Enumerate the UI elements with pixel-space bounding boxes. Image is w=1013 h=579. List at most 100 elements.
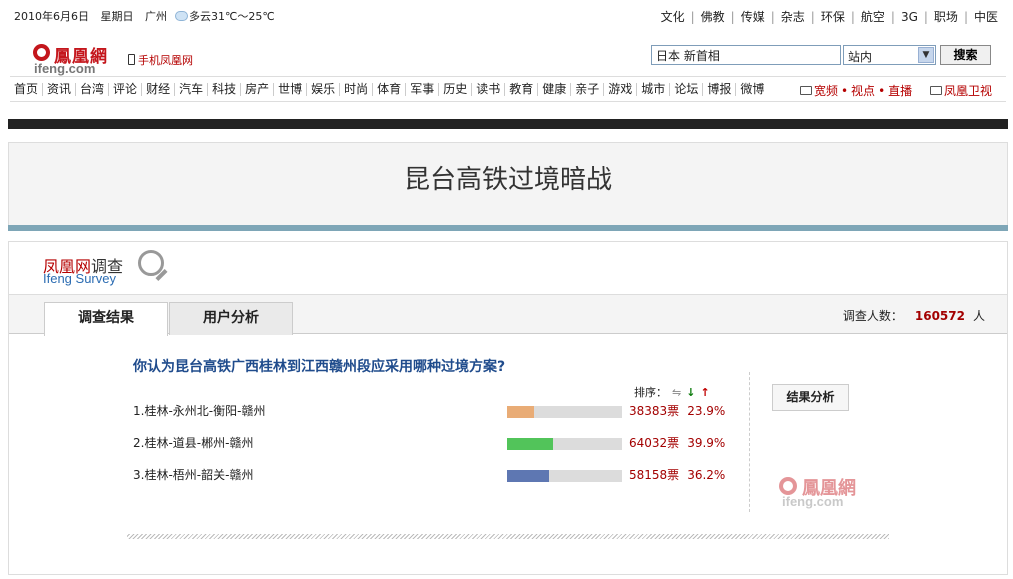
link-separator: | [810,10,815,24]
survey-logo: 凤凰网调查 Ifeng Survey [43,250,173,290]
nav-item[interactable]: 城市 [637,83,671,96]
cloudy-weather-icon [175,11,188,21]
chevron-down-icon[interactable]: ▼ [918,47,934,63]
nav-item[interactable]: 亲子 [571,83,605,96]
vertical-divider [749,372,750,512]
date: 2010年6月6日 [14,10,89,23]
vote-result: 38383票 23.9% [629,402,725,419]
sort-descending-icon[interactable]: ↓ [686,386,695,399]
participant-count: 调查人数： 160572 人 [843,307,985,324]
result-analysis-button[interactable]: 结果分析 [772,384,849,411]
nav-item[interactable]: 历史 [439,83,473,96]
mobile-ifeng-link[interactable]: 手机凤凰网 [128,52,193,68]
nav-item[interactable]: 科技 [208,83,242,96]
search-scope-select[interactable]: 站内 ▼ [843,45,936,65]
link-separator: | [770,10,775,24]
nav-item[interactable]: 教育 [505,83,539,96]
sort-controls: 排序： ⇋ ↓ ↑ [634,384,710,400]
vote-percent: 36.2% [687,468,726,482]
header-divider-bar [8,119,1008,129]
channel-link[interactable]: 职场 [934,10,958,24]
nav-items: 首页 资讯 台湾 评论 财经 汽车 科技 房产 世博 娱乐 时尚 体育 军事 历史 读书 教育 健康 亲子 游戏 城市… [10,82,768,96]
nav-item[interactable]: 台湾 [76,83,110,96]
top-bar: 2010年6月6日 星期日 广州 多云31℃～25℃ 文化 | 佛教 | 传媒 | 杂志 | 环保… [14,7,1004,25]
link-separator: | [730,10,735,24]
nav-item[interactable]: 读书 [472,83,506,96]
vote-bar-track [507,406,622,418]
watermark-en: ifeng.com [782,494,844,509]
vote-result: 64032票 39.9% [629,434,725,451]
search-button[interactable]: 搜索 [940,45,991,65]
nav-item[interactable]: 房产 [241,83,275,96]
nav-item[interactable]: 娱乐 [307,83,341,96]
logo-text-en: ifeng.com [34,61,96,76]
nav-item[interactable]: 资讯 [43,83,77,96]
channel-link[interactable]: 中医 [974,10,998,24]
phoenix-watermark-icon [779,477,797,495]
ifeng-tv-link[interactable]: 凤凰卫视 [929,84,992,98]
vote-count: 64032票 [629,436,680,450]
nav-item[interactable]: 世博 [274,83,308,96]
mobile-link-label: 手机凤凰网 [138,54,193,67]
nav-item[interactable]: 健康 [538,83,572,96]
sort-default-icon[interactable]: ⇋ [672,386,681,399]
channel-link[interactable]: 佛教 [701,10,725,24]
channel-link[interactable]: 3G [901,10,918,24]
option-label: 3.桂林-梧州-韶关-赣州 [133,468,254,482]
ifeng-watermark: 鳳凰網 ifeng.com [779,474,889,514]
nav-view[interactable]: 视点 [851,84,875,98]
channel-link[interactable]: 文化 [661,10,685,24]
sort-ascending-icon[interactable]: ↑ [700,386,709,399]
nav-broadband[interactable]: 宽频 [814,84,838,98]
sort-label: 排序： [634,386,667,399]
count-value: 160572 [914,309,965,323]
option-label: 1.桂林-永州北-衡阳-赣州 [133,404,266,418]
weather: 多云31℃～25℃ [189,10,275,23]
vote-bar-track [507,470,622,482]
vote-count: 58158票 [629,468,680,482]
main-nav: 首页 资讯 台湾 评论 财经 汽车 科技 房产 世博 娱乐 时尚 体育 军事 历史 读书 教育 健康 亲子 游戏 城市… [10,76,1006,102]
nav-item[interactable]: 微博 [736,83,768,96]
vote-percent: 39.9% [687,436,726,450]
ifeng-logo[interactable]: 鳳凰網 ifeng.com [33,42,123,76]
nav-item[interactable]: 财经 [142,83,176,96]
city[interactable]: 广州 [145,10,167,23]
nav-item[interactable]: 汽车 [175,83,209,96]
channel-link[interactable]: 航空 [861,10,885,24]
nav-item[interactable]: 论坛 [670,83,704,96]
link-separator: | [923,10,928,24]
nav-live[interactable]: 直播 [888,84,912,98]
survey-question: 你认为昆台高铁广西桂林到江西赣州段应采用哪种过境方案? [133,359,506,375]
tab-user-analysis[interactable]: 用户分析 [169,302,293,335]
vote-bar-track [507,438,622,450]
link-separator: | [850,10,855,24]
dot-separator: • [878,84,886,98]
channel-link[interactable]: 环保 [821,10,845,24]
nav-item[interactable]: 博报 [703,83,737,96]
search-scope-value: 站内 [848,50,873,64]
link-separator: | [963,10,968,24]
channel-link[interactable]: 杂志 [781,10,805,24]
option-label: 2.桂林-道县-郴州-赣州 [133,436,254,450]
vote-count: 38383票 [629,404,680,418]
nav-item[interactable]: 首页 [10,83,44,96]
magnifier-icon [138,250,164,276]
vote-bar-fill [507,406,534,418]
tab-survey-results[interactable]: 调查结果 [44,302,168,336]
search-input[interactable] [651,45,841,65]
nav-right-links: 宽频 • 视点 • 直播 凤凰卫视 [799,82,992,99]
link-separator: | [690,10,695,24]
nav-item[interactable]: 时尚 [340,83,374,96]
nav-item[interactable]: 体育 [373,83,407,96]
vote-bar-fill [507,438,553,450]
count-label: 调查人数： [842,309,903,323]
channel-link[interactable]: 传媒 [741,10,765,24]
nav-item[interactable]: 军事 [406,83,440,96]
date-weather: 2010年6月6日 星期日 广州 多云31℃～25℃ [14,8,283,24]
vote-bar-fill [507,470,549,482]
weekday: 星期日 [100,10,134,23]
video-icon [799,86,812,95]
nav-item[interactable]: 评论 [109,83,143,96]
vote-result: 58158票 36.2% [629,466,725,483]
nav-item[interactable]: 游戏 [604,83,638,96]
